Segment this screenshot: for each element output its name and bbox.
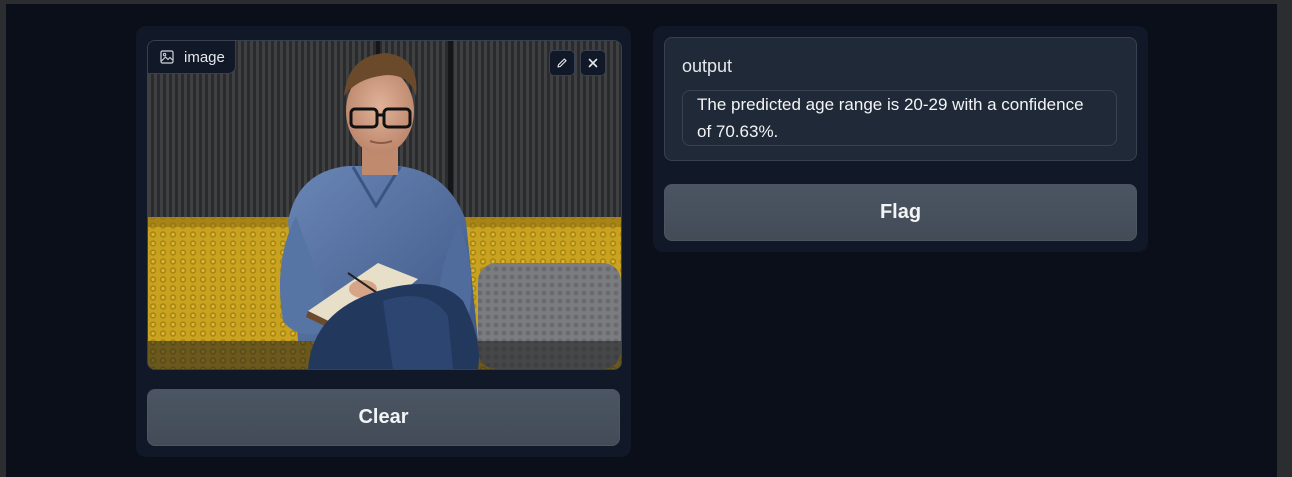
close-icon bbox=[588, 58, 598, 68]
pencil-icon bbox=[557, 58, 567, 68]
input-panel: image Clear bbox=[136, 26, 631, 457]
image-icon bbox=[160, 50, 174, 64]
output-box: output The predicted age range is 20-29 … bbox=[664, 37, 1137, 161]
image-label: image bbox=[184, 48, 225, 66]
image-label-badge: image bbox=[148, 41, 236, 74]
window-edge bbox=[1277, 0, 1292, 477]
output-label: output bbox=[682, 56, 733, 76]
image-input[interactable]: image bbox=[147, 40, 622, 370]
remove-image-button[interactable] bbox=[580, 50, 606, 76]
output-textbox[interactable]: The predicted age range is 20-29 with a … bbox=[682, 90, 1117, 146]
app-background: image Clear output The predicted age ran… bbox=[6, 4, 1277, 477]
edit-image-button[interactable] bbox=[549, 50, 575, 76]
output-panel: output The predicted age range is 20-29 … bbox=[653, 26, 1148, 252]
clear-button[interactable]: Clear bbox=[147, 389, 620, 446]
flag-button[interactable]: Flag bbox=[664, 184, 1137, 241]
uploaded-photo bbox=[148, 41, 621, 369]
